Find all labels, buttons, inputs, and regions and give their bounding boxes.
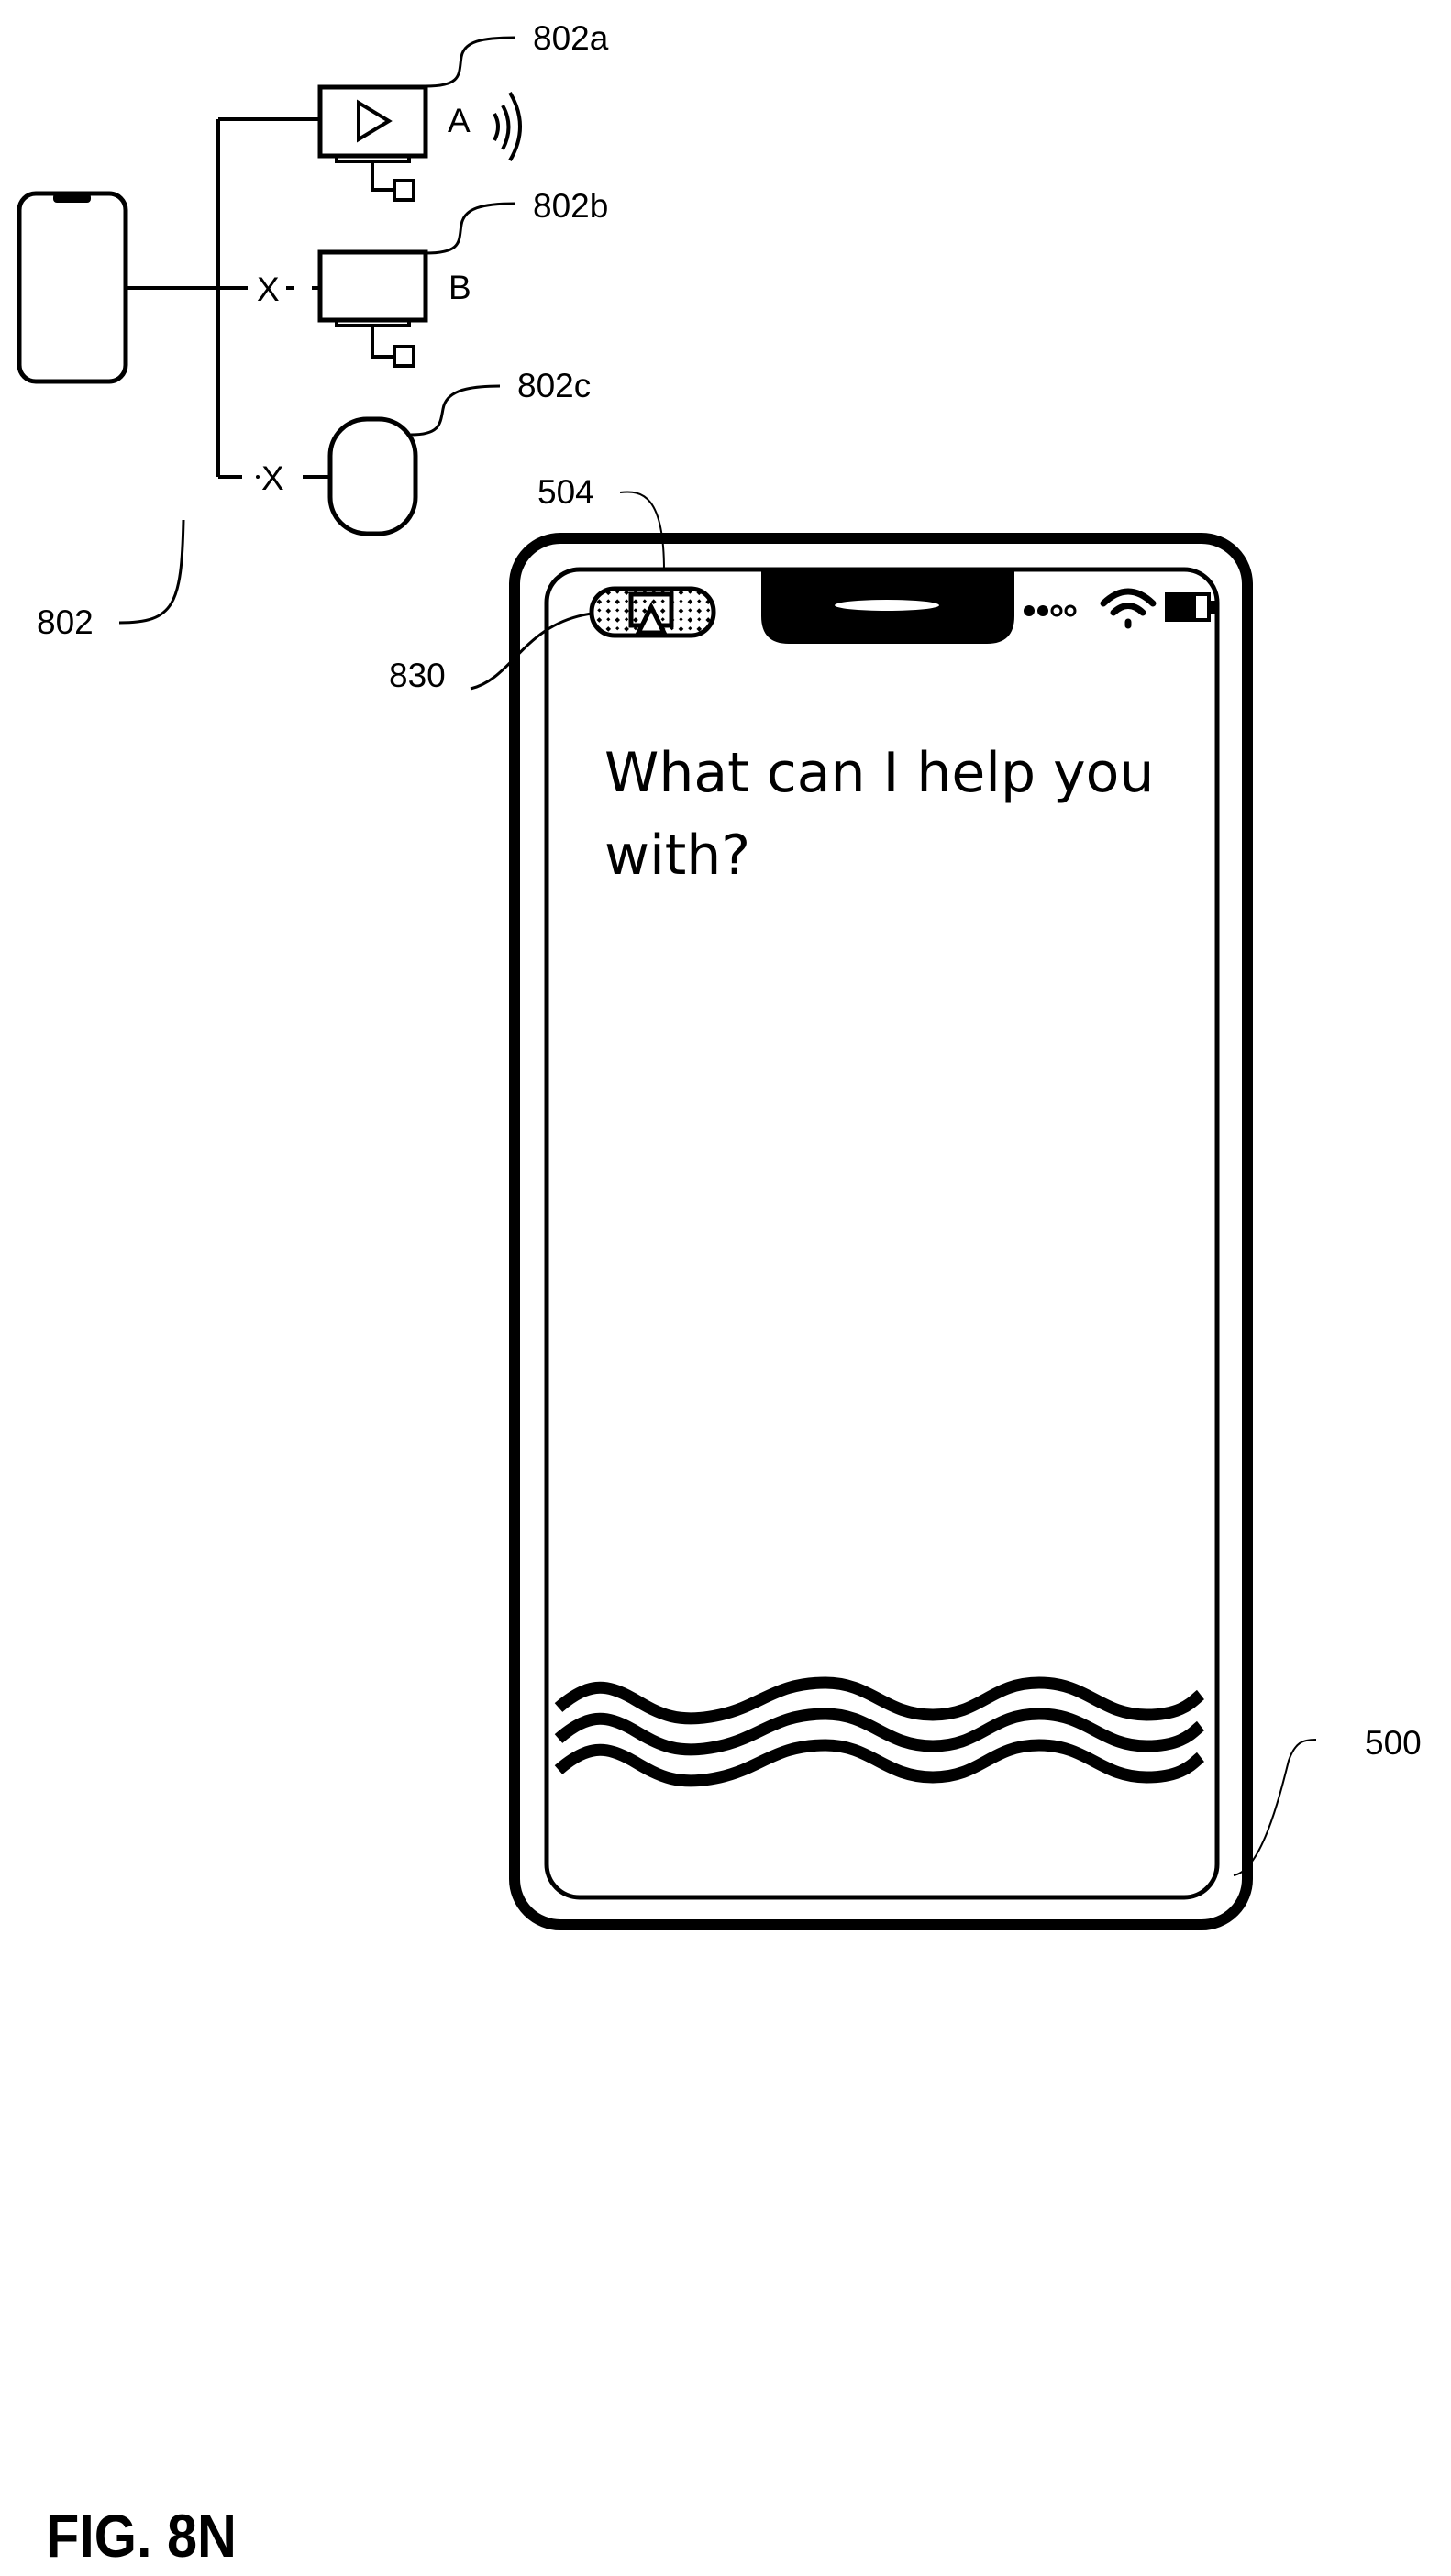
patent-figure: X X A B 802a 802b 802c 802 504 830 500 [0,0,1451,2576]
assistant-prompt-line2: with? [604,824,750,888]
connection-lines [126,119,330,477]
device-b-tv [320,252,426,366]
source-phone [19,193,126,381]
device-b-disconnected-mark: X [257,271,280,308]
airplay-status-pill[interactable] [592,589,714,636]
wifi-icon [1103,591,1153,625]
label-802a: 802a [533,19,609,57]
label-802b: 802b [533,187,608,225]
label-802: 802 [37,603,94,641]
battery-icon [1165,592,1218,622]
voice-waveform-icon [559,1683,1201,1781]
label-802c: 802c [517,367,591,404]
device-a-tv [320,87,426,200]
sound-waves-icon [494,93,520,160]
label-830: 830 [389,657,446,694]
assistant-prompt-line1: What can I help you [604,741,1154,805]
device-b-name: B [449,269,471,306]
label-504: 504 [537,473,594,511]
play-icon [359,103,389,139]
source-phone-notch [53,193,91,203]
label-500: 500 [1365,1724,1422,1762]
leader-lines [119,38,1316,1875]
disconnect-dot [256,475,260,479]
notch-speaker [835,600,939,611]
device-a-name: A [448,102,471,139]
figure-label: FIG. 8N [46,2503,237,2570]
signal-strength-icon [1024,605,1075,616]
device-c-disconnected-mark: X [261,459,284,497]
device-c-speaker [330,419,415,534]
